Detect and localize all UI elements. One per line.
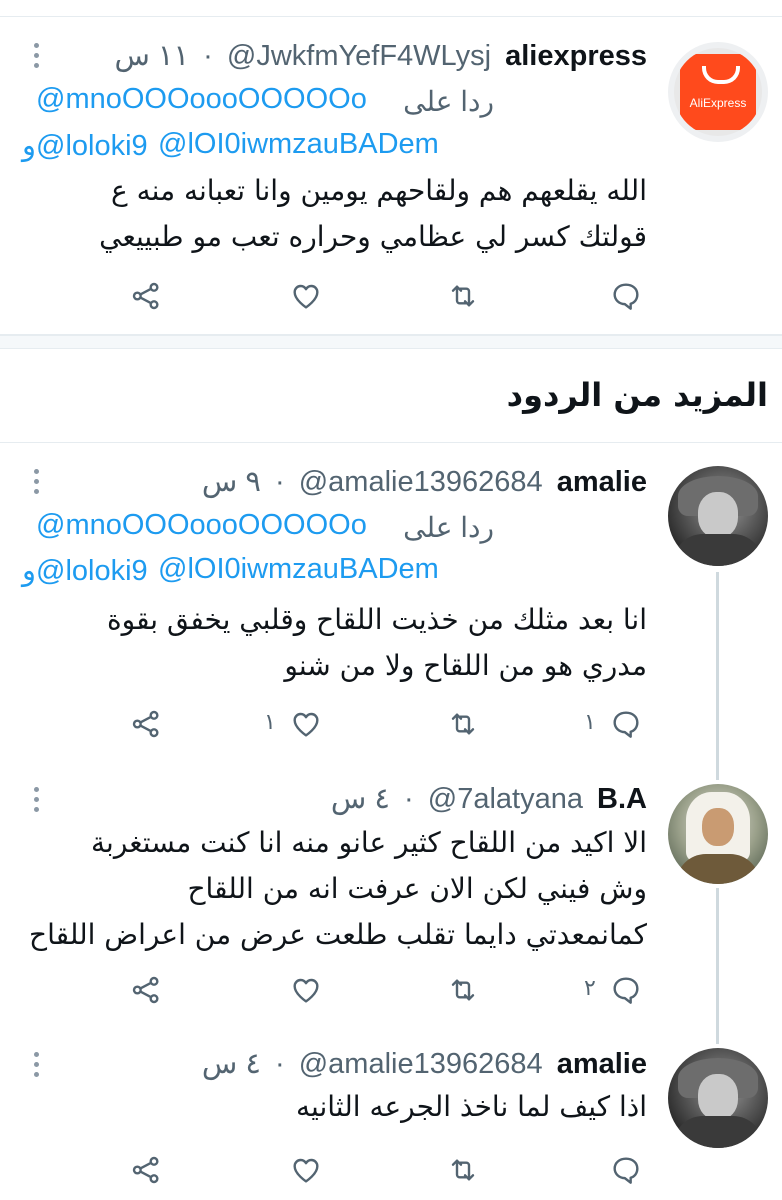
avatar[interactable] <box>668 784 768 884</box>
mention-link[interactable]: @lOI0iwmzauBADem <box>158 128 439 161</box>
timestamp[interactable]: ٩ س <box>202 466 261 498</box>
separator-dot: · <box>275 1048 285 1080</box>
separator-dot: · <box>404 783 414 815</box>
more-options-icon[interactable] <box>32 43 42 73</box>
retweet-icon <box>451 285 475 307</box>
reply-count: ١ <box>584 710 596 735</box>
retweet-icon <box>451 979 475 1001</box>
retweet-icon <box>451 713 475 735</box>
like-button[interactable] <box>290 970 410 1010</box>
share-button[interactable] <box>130 1150 250 1190</box>
heart-icon <box>293 284 319 309</box>
retweet-button[interactable] <box>446 704 566 744</box>
user-handle[interactable]: @amalie13962684 <box>299 466 543 498</box>
tweet-header: amalie @amalie13962684 · ٤ س <box>196 1045 647 1083</box>
thread-line <box>716 888 719 1044</box>
retweet-button[interactable] <box>446 276 566 316</box>
reply-button[interactable] <box>610 276 730 316</box>
tweet-header: B.A @7alatyana · ٤ س <box>325 780 647 818</box>
tweet-actions <box>0 1150 782 1190</box>
user-handle[interactable]: @JwkfmYefF4WLysj <box>227 40 491 72</box>
mention-link[interactable]: @lOI0iwmzauBADem <box>158 553 439 586</box>
mention-link[interactable]: و@loloki9 <box>22 128 148 163</box>
mention-link[interactable]: @mnoOOOoooOOOOOo <box>36 509 367 542</box>
share-button[interactable] <box>130 970 250 1010</box>
reply-icon <box>613 977 639 1004</box>
section-separator <box>0 335 782 349</box>
heart-icon <box>293 712 319 737</box>
more-options-icon[interactable] <box>32 469 42 499</box>
reply-icon <box>613 283 639 310</box>
timestamp[interactable]: ٤ س <box>331 783 390 815</box>
like-count: ١ <box>264 710 276 735</box>
share-icon <box>132 1156 159 1184</box>
more-replies-title: المزيد من الردود <box>506 376 768 414</box>
mention-link[interactable]: @mnoOOOoooOOOOOo <box>36 83 367 116</box>
timestamp[interactable]: ١١ س <box>114 40 189 72</box>
thread-line <box>716 572 719 780</box>
divider <box>0 442 782 443</box>
avatar[interactable] <box>668 466 768 566</box>
mention-link[interactable]: و@loloki9 <box>22 553 148 588</box>
reply-button[interactable] <box>610 1150 730 1190</box>
share-button[interactable] <box>130 276 250 316</box>
share-icon <box>132 976 159 1004</box>
share-icon <box>132 710 159 738</box>
reply-to-label: ردا على <box>403 512 494 543</box>
tweet-header: amalie @amalie13962684 · ٩ س <box>196 463 647 501</box>
display-name[interactable]: amalie <box>557 466 647 498</box>
timestamp[interactable]: ٤ س <box>202 1048 261 1080</box>
like-button[interactable] <box>290 1150 410 1190</box>
tweet-text: الله يقلعهم هم ولقاحهم يومين وانا تعبانه… <box>99 174 647 253</box>
reply-button[interactable]: ١ <box>584 704 730 744</box>
heart-icon <box>293 1158 319 1183</box>
display-name[interactable]: amalie <box>557 1048 647 1080</box>
tweet-actions <box>0 276 782 316</box>
user-handle[interactable]: @7alatyana <box>428 783 583 815</box>
tweet-header: aliexpress @JwkfmYefF4WLysj · ١١ س <box>108 37 647 75</box>
reply-icon <box>613 1157 639 1184</box>
separator-dot: · <box>203 40 213 72</box>
display-name[interactable]: B.A <box>597 783 647 815</box>
tweet-text: اذا كيف لما ناخذ الجرعه الثانيه <box>296 1090 647 1123</box>
share-icon <box>132 282 159 310</box>
reply-icon <box>613 711 639 738</box>
more-options-icon[interactable] <box>32 1052 42 1082</box>
separator-dot: · <box>275 466 285 498</box>
share-button[interactable] <box>130 704 250 744</box>
retweet-button[interactable] <box>446 970 566 1010</box>
reply-button[interactable]: ٢ <box>584 970 730 1010</box>
tweet-text: الا اكيد من اللقاح كثير عانو منه انا كنت… <box>29 826 647 951</box>
reply-to-label: ردا على <box>403 86 494 117</box>
tweet-actions: ١ ١ <box>0 704 782 744</box>
user-handle[interactable]: @amalie13962684 <box>299 1048 543 1080</box>
reply-count: ٢ <box>584 976 596 1001</box>
tweet-actions: ٢ <box>0 970 782 1010</box>
heart-icon <box>293 978 319 1003</box>
top-divider <box>0 16 782 17</box>
tweet-text: انا بعد مثلك من خذيت اللقاح وقلبي يخفق ب… <box>106 603 647 682</box>
more-options-icon[interactable] <box>32 787 42 817</box>
like-button[interactable] <box>290 276 410 316</box>
avatar[interactable] <box>668 1048 768 1148</box>
retweet-button[interactable] <box>446 1150 566 1190</box>
avatar[interactable]: AliExpress <box>668 42 768 142</box>
display-name[interactable]: aliexpress <box>505 40 647 72</box>
retweet-icon <box>451 1159 475 1181</box>
like-button[interactable]: ١ <box>264 704 410 744</box>
